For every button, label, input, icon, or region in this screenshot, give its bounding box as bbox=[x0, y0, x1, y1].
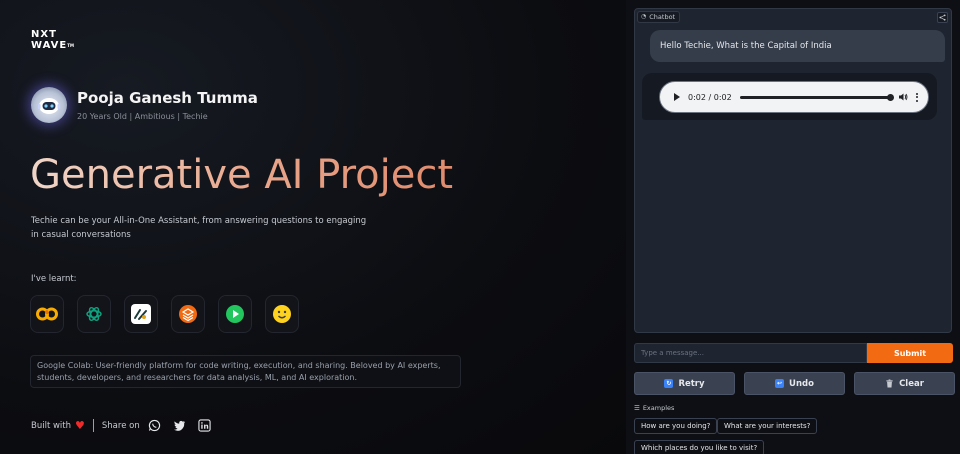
chatbot-label: ◔ Chatbot bbox=[637, 11, 681, 23]
heart-icon: ♥ bbox=[75, 418, 85, 432]
profile-tagline: 20 Years Old | Ambitious | Techie bbox=[77, 112, 208, 121]
page-title: Generative AI Project bbox=[30, 152, 454, 198]
message-input[interactable] bbox=[634, 343, 867, 363]
share-on-label: Share on bbox=[101, 420, 140, 431]
audio-seek-handle[interactable] bbox=[886, 93, 894, 101]
chat-bubble-icon: ◔ bbox=[641, 13, 647, 20]
volume-icon bbox=[899, 93, 908, 101]
example-chip[interactable]: What are your interests? bbox=[717, 418, 818, 434]
example-chip[interactable]: Which places do you like to visit? bbox=[634, 440, 765, 454]
submit-button[interactable]: Submit bbox=[867, 343, 953, 363]
share-button[interactable] bbox=[937, 12, 948, 23]
list-icon: ☰ bbox=[634, 404, 640, 412]
chat-panel: ◔ Chatbot Hello Techie, What is the Capi… bbox=[626, 0, 960, 454]
built-with-label: Built with bbox=[31, 420, 72, 431]
audio-seek-bar[interactable] bbox=[739, 93, 894, 101]
tool-huggingface[interactable] bbox=[265, 295, 299, 333]
tool-list bbox=[30, 295, 299, 333]
project-description: Techie can be your All-in-One Assistant,… bbox=[31, 216, 367, 240]
bot-message: 0:02 / 0:02 bbox=[642, 73, 937, 120]
trash-icon bbox=[885, 379, 894, 388]
user-message: Hello Techie, What is the Capital of Ind… bbox=[650, 30, 945, 62]
chat-actions: ↻ Retry ↩ Undo Clear bbox=[634, 372, 955, 395]
undo-icon: ↩ bbox=[775, 379, 785, 388]
retry-icon: ↻ bbox=[664, 379, 674, 388]
share-icon bbox=[939, 14, 946, 21]
linkedin-icon[interactable] bbox=[198, 419, 211, 432]
tool-info-box: Google Colab: User-friendly platform for… bbox=[30, 355, 461, 388]
huggingface-icon bbox=[273, 305, 291, 323]
play-icon bbox=[226, 305, 244, 323]
twitter-icon[interactable] bbox=[173, 419, 186, 432]
tool-play[interactable] bbox=[218, 295, 252, 333]
clear-button[interactable]: Clear bbox=[854, 372, 955, 395]
learnt-label: I've learnt: bbox=[31, 274, 77, 284]
langchain-icon bbox=[131, 304, 151, 324]
robot-icon bbox=[38, 98, 60, 114]
example-chip[interactable]: How are you doing? bbox=[634, 418, 718, 434]
stack-icon bbox=[179, 305, 197, 323]
openai-icon bbox=[86, 307, 102, 321]
tool-openai[interactable] bbox=[77, 295, 111, 333]
tool-stack[interactable] bbox=[171, 295, 205, 333]
nxtwave-logo: NXT WAVETM bbox=[31, 29, 74, 51]
more-options-icon[interactable] bbox=[916, 92, 918, 102]
audio-player[interactable]: 0:02 / 0:02 bbox=[659, 81, 929, 113]
profile-name: Pooja Ganesh Tumma bbox=[77, 89, 258, 107]
undo-button[interactable]: ↩ Undo bbox=[744, 372, 845, 395]
whatsapp-icon[interactable] bbox=[148, 419, 161, 432]
footer-divider bbox=[92, 419, 94, 432]
play-button[interactable] bbox=[674, 93, 680, 101]
avatar bbox=[31, 87, 67, 123]
chatbot-window[interactable]: ◔ Chatbot Hello Techie, What is the Capi… bbox=[634, 8, 952, 333]
tool-google-colab[interactable] bbox=[30, 295, 64, 333]
retry-button[interactable]: ↻ Retry bbox=[634, 372, 735, 395]
examples-label: ☰ Examples bbox=[634, 404, 675, 412]
footer: Built with ♥ Share on bbox=[31, 419, 211, 432]
tool-langchain[interactable] bbox=[124, 295, 158, 333]
volume-button[interactable] bbox=[898, 92, 908, 102]
audio-time: 0:02 / 0:02 bbox=[688, 92, 732, 102]
google-colab-icon bbox=[36, 307, 58, 321]
profile-panel: NXT WAVETM Pooja Ganesh Tumma 20 Years O… bbox=[0, 0, 626, 454]
